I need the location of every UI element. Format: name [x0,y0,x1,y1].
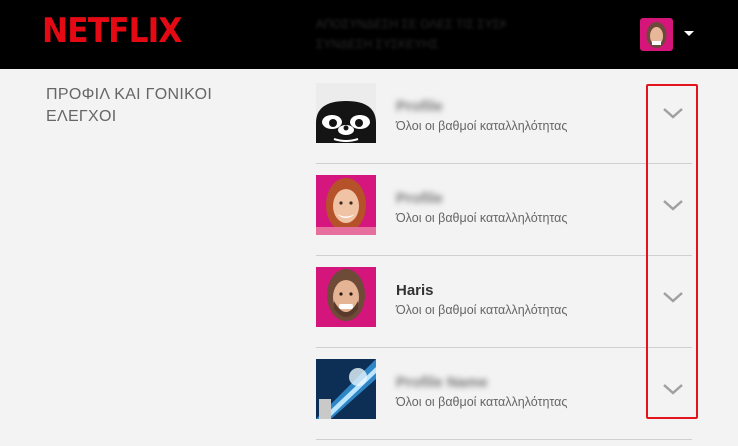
profile-row[interactable]: Profile Όλοι οι βαθμοί καταλληλότητας [316,72,692,164]
profile-row[interactable]: Profile Name Όλοι οι βαθμοί καταλληλότητ… [316,348,692,440]
profile-name: Profile [396,98,443,115]
blue-light-avatar-icon [316,359,376,419]
netflix-logo[interactable]: NETFLIX [42,11,182,51]
profile-name: Profile [396,190,443,207]
sign-out-all-devices-link[interactable]: ΑΠΟΣΥΝΔΕΣΗ ΣΕ ΟΛΕΣ ΤΙΣ ΣΥΣΚΕΥΕΣ [316,14,506,34]
highlight-annotation-box [646,84,698,419]
bearded-man-avatar-icon [316,267,376,327]
panda-avatar-icon [316,83,376,143]
profile-name: Profile Name [396,374,488,391]
page-title: ΠΡΟΦΙΛ ΚΑΙ ΓΟΝΙΚΟΙ ΕΛΕΓΧΟΙ [46,86,213,125]
profile-maturity-rating: Όλοι οι βαθμοί καταλληλότητας [396,119,568,133]
redhead-avatar-icon [316,175,376,235]
top-bar: NETFLIX ΑΠΟΣΥΝΔΕΣΗ ΣΕ ΟΛΕΣ ΤΙΣ ΣΥΣΚΕΥΕΣ … [0,0,738,69]
profile-name: Haris [396,282,434,299]
profile-maturity-rating: Όλοι οι βαθμοί καταλληλότητας [396,395,568,409]
profile-row[interactable]: Profile Όλοι οι βαθμοί καταλληλότητας [316,164,692,256]
device-link[interactable]: ΣΥΝΔΕΣΗ ΣΥΣΚΕΥΗΣ [316,34,506,54]
profile-maturity-rating: Όλοι οι βαθμοί καταλληλότητας [396,211,568,225]
account-avatar[interactable] [640,18,673,51]
caret-down-icon[interactable] [684,31,694,36]
profile-maturity-rating: Όλοι οι βαθμοί καταλληλότητας [396,303,568,317]
profile-row[interactable]: Haris Όλοι οι βαθμοί καταλληλότητας [316,256,692,348]
profile-list: Profile Όλοι οι βαθμοί καταλληλότητας Pr… [316,72,692,440]
account-links: ΑΠΟΣΥΝΔΕΣΗ ΣΕ ΟΛΕΣ ΤΙΣ ΣΥΣΚΕΥΕΣ ΣΥΝΔΕΣΗ … [316,14,506,54]
